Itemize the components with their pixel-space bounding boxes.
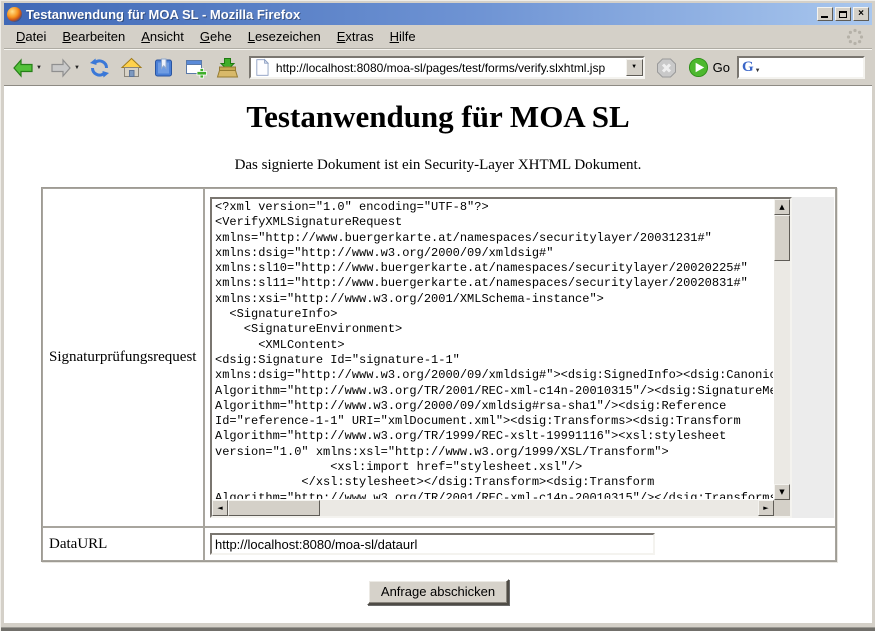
request-cell: <?xml version="1.0" encoding="UTF-8"?> <… [204, 188, 836, 527]
back-icon [11, 57, 35, 79]
scroll-down-button[interactable]: ▼ [774, 484, 790, 500]
downloads-icon [215, 56, 240, 80]
menu-bar: Datei Bearbeiten Ansicht Gehe Lesezeiche… [4, 25, 872, 49]
horizontal-scrollbar[interactable]: ◄ ► [212, 500, 774, 516]
search-input[interactable] [761, 58, 875, 77]
new-window-button[interactable] [181, 53, 210, 83]
scrollbar-corner [774, 500, 790, 516]
forward-icon [49, 57, 73, 79]
vertical-scroll-thumb[interactable] [774, 215, 790, 261]
scroll-up-button[interactable]: ▲ [774, 199, 790, 215]
reload-icon [87, 56, 112, 80]
dataurl-cell [204, 527, 836, 561]
stop-button[interactable] [652, 53, 681, 83]
minimize-icon [821, 16, 828, 18]
bookmarks-icon [151, 56, 176, 80]
menu-extras[interactable]: Extras [329, 26, 382, 47]
close-icon: × [858, 9, 864, 19]
google-logo-icon: G [739, 60, 755, 75]
url-dropdown-button[interactable]: ▼ [626, 59, 643, 76]
downloads-button[interactable] [213, 53, 242, 83]
page-subtitle: Das signierte Dokument ist ein Security-… [4, 157, 872, 174]
request-cell-spacer [792, 197, 834, 518]
window-frame-bottom [1, 623, 875, 631]
menu-lesezeichen[interactable]: Lesezeichen [240, 26, 329, 47]
search-bar: G ▼ [737, 56, 865, 79]
menu-bearbeiten[interactable]: Bearbeiten [54, 26, 133, 47]
go-label: Go [713, 60, 730, 75]
menu-hilfe[interactable]: Hilfe [382, 26, 424, 47]
chevron-down-icon: ▼ [631, 64, 637, 70]
request-label: Signaturprüfungsrequest [42, 188, 204, 527]
reload-button[interactable] [85, 53, 114, 83]
vertical-scrollbar[interactable]: ▲ ▼ [774, 199, 790, 500]
submit-request-button[interactable]: Anfrage abschicken [367, 579, 509, 605]
new-window-icon [183, 56, 208, 80]
dataurl-input[interactable] [210, 533, 655, 555]
scroll-right-button[interactable]: ► [758, 500, 774, 516]
url-input[interactable] [274, 58, 626, 77]
scroll-left-button[interactable]: ◄ [212, 500, 228, 516]
url-bar: ▼ [249, 56, 645, 79]
forward-button[interactable]: ▼ [47, 53, 82, 83]
request-xml-textarea[interactable]: <?xml version="1.0" encoding="UTF-8"?> <… [210, 197, 792, 518]
page-title: Testanwendung für MOA SL [4, 99, 872, 135]
menu-datei[interactable]: Datei [8, 26, 54, 47]
minimize-button[interactable] [817, 7, 833, 21]
stop-icon [654, 56, 679, 80]
go-button[interactable]: Go [684, 57, 734, 78]
window-title: Testanwendung für MOA SL - Mozilla Firef… [26, 7, 813, 22]
page-content: Testanwendung für MOA SL Das signierte D… [4, 86, 872, 623]
back-history-dropdown-icon[interactable]: ▼ [36, 65, 42, 71]
page-icon [253, 58, 271, 77]
back-button[interactable]: ▼ [9, 53, 44, 83]
maximize-icon [839, 11, 847, 18]
title-bar: Testanwendung für MOA SL - Mozilla Firef… [4, 3, 872, 25]
close-button[interactable]: × [853, 7, 869, 21]
menu-ansicht[interactable]: Ansicht [133, 26, 192, 47]
navigation-toolbar: ▼ ▼ [4, 49, 872, 86]
horizontal-scroll-thumb[interactable] [228, 500, 320, 516]
forward-history-dropdown-icon[interactable]: ▼ [74, 65, 80, 71]
home-icon [119, 56, 144, 80]
throbber-icon [846, 28, 864, 46]
dataurl-label: DataURL [42, 527, 204, 561]
go-icon [688, 57, 709, 78]
bookmarks-button[interactable] [149, 53, 178, 83]
request-xml-content[interactable]: <?xml version="1.0" encoding="UTF-8"?> <… [215, 200, 773, 499]
request-form-table: Signaturprüfungsrequest <?xml version="1… [41, 187, 837, 562]
maximize-button[interactable] [835, 7, 851, 21]
browser-window: Testanwendung für MOA SL - Mozilla Firef… [0, 0, 875, 631]
menu-gehe[interactable]: Gehe [192, 26, 240, 47]
firefox-logo-icon [7, 7, 22, 22]
home-button[interactable] [117, 53, 146, 83]
